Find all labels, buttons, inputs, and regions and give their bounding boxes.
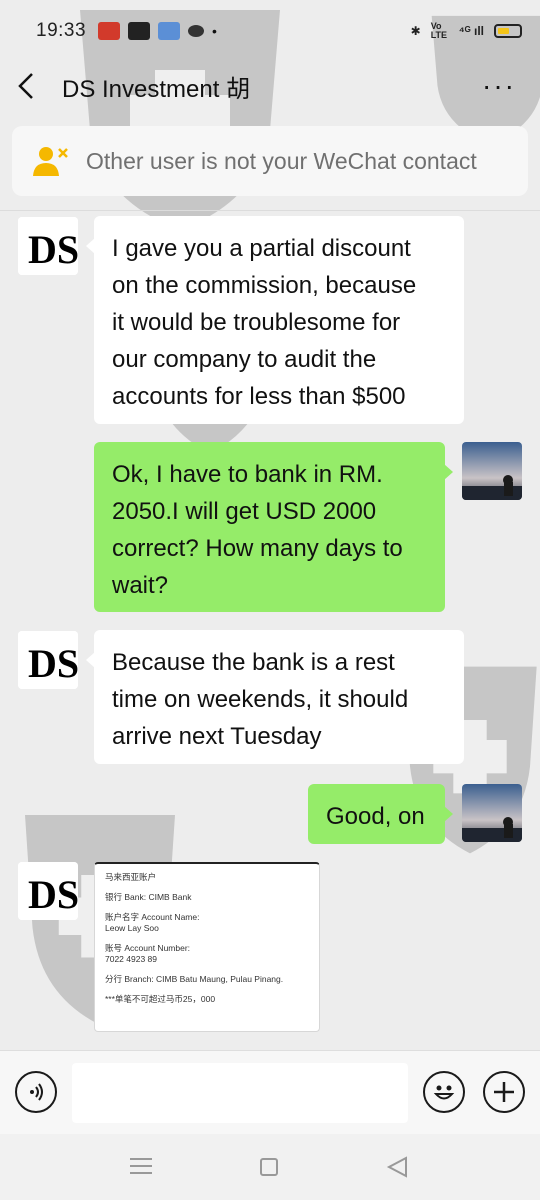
contact-avatar[interactable]: DS bbox=[18, 217, 78, 275]
image-text-line: 银行 Bank: CIMB Bank bbox=[105, 892, 192, 902]
chat-header: DS Investment 胡 ··· bbox=[0, 62, 540, 110]
emoji-icon[interactable] bbox=[423, 1071, 465, 1113]
user-remove-icon bbox=[33, 147, 68, 176]
status-indicators: ✱ Vo LTE ⁴ᴳ ıll bbox=[411, 22, 522, 40]
message-bubble[interactable]: I gave you a partial discount on the com… bbox=[86, 216, 464, 424]
image-text-line: 马来西亚账户 bbox=[105, 872, 157, 882]
bluetooth-icon: ✱ bbox=[410, 24, 421, 38]
back-arrow-icon[interactable] bbox=[16, 66, 44, 106]
image-text-line: ***单笔不可超过马币25，000 bbox=[105, 994, 216, 1004]
shopping-bag-icon bbox=[128, 22, 151, 40]
home-icon[interactable] bbox=[260, 1158, 278, 1176]
message-line: wait? bbox=[112, 572, 169, 599]
svg-text:DS: DS bbox=[28, 641, 78, 686]
status-time: 19:33 bbox=[36, 20, 87, 41]
message-line: on the commission, because bbox=[112, 272, 417, 299]
volte-icon: Vo LTE bbox=[430, 21, 448, 40]
image-text-line: 7022 4923 89 bbox=[105, 954, 157, 964]
contact-avatar[interactable]: DS bbox=[18, 631, 78, 689]
contact-avatar[interactable]: DS bbox=[18, 862, 78, 920]
signal-icon: ⁴ᴳ ıll bbox=[458, 24, 484, 38]
bowl-icon bbox=[188, 25, 205, 37]
more-notifications-dot: • bbox=[212, 23, 217, 39]
message-line: Because the bank is a rest bbox=[112, 649, 395, 676]
message-bubble[interactable]: Good, on bbox=[308, 784, 453, 844]
message-line: accounts for less than $500 bbox=[112, 383, 406, 410]
my-avatar[interactable] bbox=[462, 784, 522, 842]
chat-title: DS Investment 胡 bbox=[62, 75, 251, 103]
recent-apps-icon[interactable] bbox=[130, 1158, 152, 1176]
notification-app-icon bbox=[158, 22, 181, 40]
back-triangle-icon[interactable] bbox=[386, 1156, 408, 1178]
image-text-line: 账号 Account Number: bbox=[105, 943, 191, 953]
message-bubble[interactable]: Because the bank is a rest time on weeke… bbox=[86, 630, 464, 764]
system-nav-bar bbox=[0, 1134, 540, 1200]
voice-input-icon[interactable] bbox=[15, 1071, 57, 1113]
message-line: I gave you a partial discount bbox=[112, 235, 411, 262]
message-line: arrive next Tuesday bbox=[112, 723, 322, 750]
message-line: Ok, I have to bank in RM. bbox=[112, 461, 383, 488]
svg-text:DS: DS bbox=[28, 227, 78, 272]
bank-details-image[interactable]: 马来西亚账户 银行 Bank: CIMB Bank 账户名字 Account N… bbox=[94, 862, 320, 1032]
image-text-line: 账户名字 Account Name: bbox=[105, 912, 200, 922]
message-line: Good, on bbox=[326, 803, 425, 830]
my-avatar[interactable] bbox=[462, 442, 522, 500]
notice-text: Other user is not your WeChat contact bbox=[86, 147, 477, 174]
message-line: it would be troublesome for bbox=[112, 309, 401, 336]
status-bar: 19:33 • ✱ Vo LTE ⁴ᴳ ıll bbox=[0, 0, 540, 62]
message-bubble[interactable]: Ok, I have to bank in RM. 2050.I will ge… bbox=[94, 442, 453, 612]
image-text-line: Leow Lay Soo bbox=[105, 923, 159, 933]
more-options-icon[interactable]: ··· bbox=[474, 72, 524, 100]
not-contact-notice[interactable]: Other user is not your WeChat contact bbox=[12, 126, 528, 196]
image-text-line: 分行 Branch: CIMB Batu Maung, Pulau Pinang… bbox=[105, 974, 284, 984]
battery-icon bbox=[494, 24, 522, 38]
notification-app-icon bbox=[98, 22, 121, 40]
message-line: correct? How many days to bbox=[112, 535, 403, 562]
message-input[interactable] bbox=[72, 1063, 408, 1123]
divider bbox=[0, 210, 540, 211]
plus-icon[interactable] bbox=[483, 1071, 525, 1113]
status-app-icons: • bbox=[98, 22, 217, 40]
message-line: 2050.I will get USD 2000 bbox=[112, 498, 377, 525]
input-bar bbox=[0, 1050, 540, 1134]
svg-text:DS: DS bbox=[28, 872, 78, 917]
message-line: our company to audit the bbox=[112, 346, 377, 373]
message-line: time on weekends, it should bbox=[112, 686, 409, 713]
